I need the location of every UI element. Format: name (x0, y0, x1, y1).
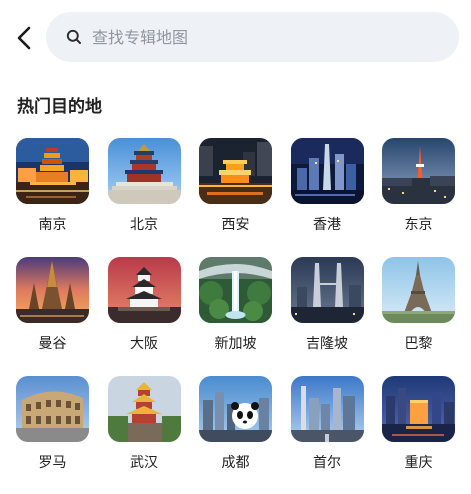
destination-name: 新加坡 (214, 336, 257, 352)
section-title: 热门目的地 (17, 97, 102, 117)
tokyo-tower-photo (382, 138, 455, 204)
destination-card-beijing[interactable]: 北京 (107, 138, 181, 234)
xian-night-tower-photo (199, 138, 272, 204)
destination-name: 西安 (221, 217, 250, 233)
search-icon (66, 29, 82, 45)
destination-name: 北京 (130, 217, 158, 233)
eiffel-tower-photo (382, 257, 455, 323)
destination-card-singapore[interactable]: 新加坡 (199, 257, 272, 353)
destination-name: 巴黎 (404, 336, 433, 352)
destination-card-xian[interactable]: 西安 (199, 138, 272, 234)
destination-name: 重庆 (404, 455, 433, 471)
destination-card-chongqing[interactable]: 重庆 (382, 376, 455, 472)
destination-name: 吉隆坡 (306, 336, 348, 352)
destination-card-chengdu[interactable]: 成都 (199, 376, 272, 472)
destination-name: 曼谷 (38, 336, 67, 352)
temple-of-heaven-photo (107, 138, 181, 204)
back-button[interactable] (12, 24, 38, 52)
jewel-waterfall-photo (199, 257, 272, 323)
destination-name: 首尔 (313, 455, 341, 471)
destination-card-hongkong[interactable]: 香港 (290, 138, 364, 234)
chevron-left-icon (12, 24, 38, 52)
bangkok-temple-photo (16, 257, 89, 323)
search-input[interactable] (92, 27, 392, 47)
destination-card-osaka[interactable]: 大阪 (107, 257, 181, 353)
destination-name: 南京 (38, 217, 67, 233)
search-bar[interactable] (46, 12, 459, 62)
panda-city-photo (199, 376, 272, 442)
destination-name: 香港 (313, 217, 341, 233)
destination-name: 大阪 (130, 336, 158, 352)
yellow-crane-tower-photo (107, 376, 181, 442)
destination-card-tokyo[interactable]: 东京 (382, 138, 455, 234)
destination-card-paris[interactable]: 巴黎 (382, 257, 455, 353)
pagoda-night-photo (16, 138, 89, 204)
destination-name: 罗马 (38, 455, 67, 471)
destination-grid: 南京 北京 西安 香港 东京 曼谷 大阪 新加坡 吉隆坡 巴黎 罗马 武汉 成都… (16, 138, 456, 472)
destination-card-kualalumpur[interactable]: 吉隆坡 (290, 257, 364, 353)
destination-name: 成都 (221, 455, 250, 471)
petronas-towers-photo (290, 257, 364, 323)
destination-card-seoul[interactable]: 首尔 (290, 376, 364, 472)
chongqing-night-photo (382, 376, 455, 442)
destination-card-wuhan[interactable]: 武汉 (107, 376, 181, 472)
destination-card-rome[interactable]: 罗马 (16, 376, 89, 472)
destination-card-nanjing[interactable]: 南京 (16, 138, 89, 234)
seoul-city-photo (290, 376, 364, 442)
top-bar (0, 0, 471, 72)
hongkong-skyline-photo (290, 138, 364, 204)
destination-name: 东京 (404, 217, 433, 233)
colosseum-photo (16, 376, 89, 442)
destination-card-bangkok[interactable]: 曼谷 (16, 257, 89, 353)
destination-name: 武汉 (130, 455, 158, 471)
osaka-castle-photo (107, 257, 181, 323)
